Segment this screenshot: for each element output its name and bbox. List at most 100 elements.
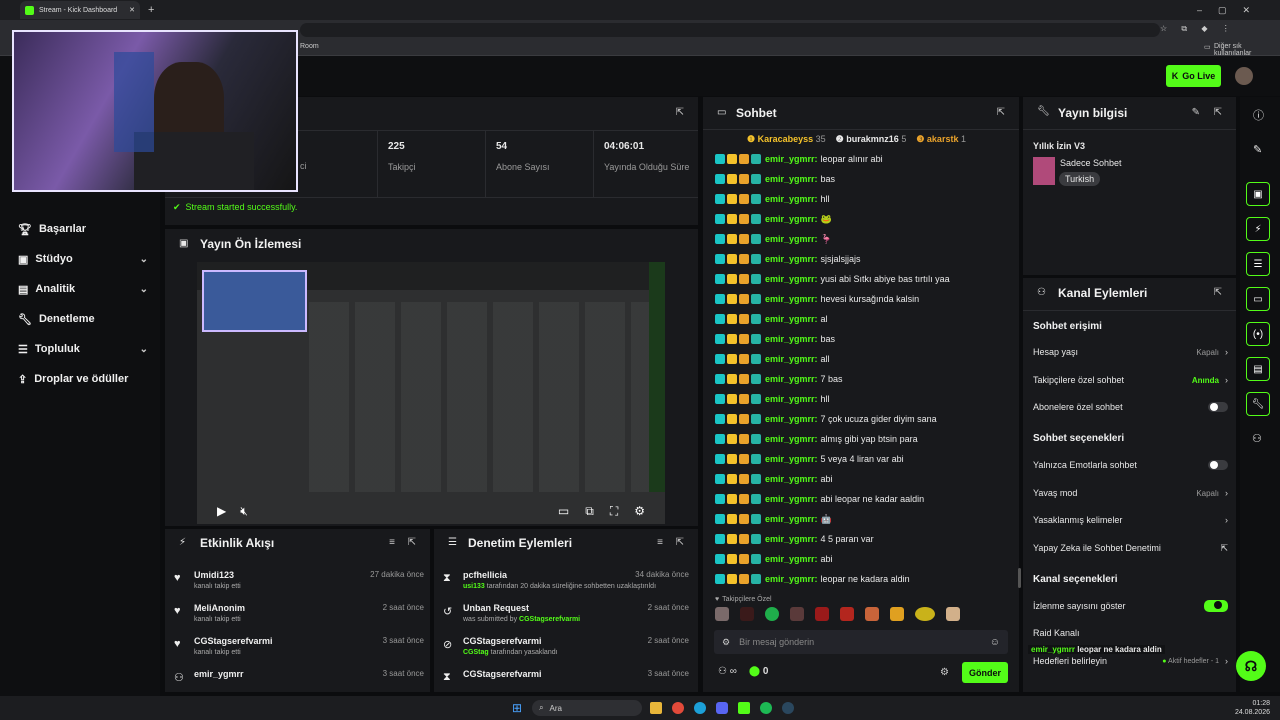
rail-wrench-icon[interactable]: 🔧︎ (1246, 392, 1270, 416)
banned-words-setting[interactable]: Yasaklanmış kelimeler › (1033, 512, 1228, 528)
edge-icon[interactable] (694, 702, 707, 714)
popout-icon[interactable]: ⇱ (408, 537, 416, 548)
popout-icon[interactable]: ⇱ (676, 107, 684, 118)
chat-username[interactable]: emir_ygmrr: (765, 514, 818, 524)
rail-bolt-icon[interactable]: ⚡︎ (1246, 217, 1270, 241)
chat-settings-icon[interactable]: ⚙ (722, 637, 730, 648)
top-supporter[interactable]: ❸ akarstk 1 (916, 134, 966, 145)
emote-icon[interactable] (915, 607, 935, 621)
popout-icon[interactable]: ⇱ (676, 537, 684, 548)
account-age-setting[interactable]: Hesap yaşı Kapalı › (1033, 344, 1228, 360)
mod-actor[interactable]: usi133 (463, 583, 485, 590)
emote-icon[interactable] (790, 607, 804, 621)
mute-icon[interactable]: 🔇︎ (240, 504, 248, 519)
feed-user[interactable]: emir_ygmrr (194, 669, 244, 679)
chat-username[interactable]: emir_ygmrr: (765, 214, 818, 224)
discord-icon[interactable] (716, 702, 729, 714)
steam-icon[interactable] (782, 702, 795, 714)
settings-gear-icon[interactable]: ⚙ (634, 504, 645, 518)
chat-username[interactable]: emir_ygmrr: (765, 474, 818, 484)
stream-category[interactable]: Sadece Sohbet (1060, 158, 1122, 168)
users-icon[interactable]: ⚇ ∞ (718, 666, 737, 677)
info-icon[interactable]: ⓘ (1253, 107, 1264, 123)
emote-icon[interactable] (840, 607, 854, 621)
emote-icon[interactable] (765, 607, 779, 621)
kick-icon[interactable] (738, 702, 751, 714)
chat-username[interactable]: emir_ygmrr: (765, 294, 818, 304)
emoji-icon[interactable]: ☺ (990, 637, 1000, 648)
window-controls[interactable]: –▢✕ (1197, 5, 1266, 16)
emote-icon[interactable] (946, 607, 960, 621)
subs-chat-toggle[interactable] (1208, 402, 1228, 412)
stream-tag[interactable]: Turkish (1059, 172, 1101, 186)
followers-chat-setting[interactable]: Takipçilere özel sohbet Anında › (1033, 372, 1228, 388)
popout-icon[interactable]: ⇱ (1214, 287, 1222, 298)
sidebar-item-studio[interactable]: ▣ Stüdyo ⌄ (18, 250, 148, 268)
mod-user[interactable]: Unban Request (463, 603, 529, 613)
feed-user[interactable]: Umidi123 (194, 570, 234, 580)
filter-icon[interactable]: ≡ (389, 537, 395, 548)
feed-user[interactable]: MeliAnonim (194, 603, 245, 613)
mod-actor[interactable]: CGStagserefvarmi (519, 616, 580, 623)
rail-list-icon[interactable]: ☰ (1246, 252, 1270, 276)
sidebar-item-drops[interactable]: ⇪ Droplar ve ödüller (18, 370, 148, 388)
chat-username[interactable]: emir_ygmrr: (765, 394, 818, 404)
sidebar-item-achievements[interactable]: 🏆︎ Başarılar (18, 220, 148, 238)
chat-username[interactable]: emir_ygmrr: (765, 534, 818, 544)
rail-stats-icon[interactable]: ▣ (1246, 182, 1270, 206)
mod-user[interactable]: CGStagserefvarmi (463, 669, 542, 679)
bookmark-item[interactable]: Room (300, 43, 319, 50)
stream-preview-video[interactable]: ▶ 🔇︎ ▭ ⧉ ⛶ ⚙ (197, 262, 665, 524)
chat-username[interactable]: emir_ygmrr: (765, 274, 818, 284)
chat-username[interactable]: emir_ygmrr: (765, 154, 818, 164)
ai-moderation-setting[interactable]: Yapay Zeka ile Sohbet Denetimi ⇱ (1033, 540, 1228, 556)
extensions-icons[interactable]: ☆ ⧉ ◆ ⋮ (1160, 24, 1236, 34)
chrome-icon[interactable] (672, 702, 685, 714)
chat-username[interactable]: emir_ygmrr: (765, 414, 818, 424)
feed-user[interactable]: CGStagserefvarmi (194, 636, 273, 646)
pip-icon[interactable]: ⧉ (585, 504, 594, 519)
send-button[interactable]: Gönder (962, 662, 1008, 683)
sidebar-item-analytics[interactable]: ▤ Analitik ⌄ (18, 280, 148, 298)
file-explorer-icon[interactable] (650, 702, 663, 714)
gear-icon[interactable]: ⚙ (940, 667, 949, 678)
rail-panel-icon[interactable]: ▤ (1246, 357, 1270, 381)
raid-channel-setting[interactable]: Raid Kanalı (1033, 625, 1228, 641)
fullscreen-icon[interactable]: ⛶ (610, 504, 618, 519)
chat-username[interactable]: emir_ygmrr: (765, 494, 818, 504)
chat-username[interactable]: emir_ygmrr: (765, 314, 818, 324)
goals-setting[interactable]: Hedefleri belirleyin ● Aktif hedefler - … (1033, 653, 1228, 669)
emote-icon[interactable] (890, 607, 904, 621)
rail-chat-icon[interactable]: ▭ (1246, 287, 1270, 311)
pencil-icon[interactable]: ✎ (1192, 107, 1200, 118)
emote-icon[interactable] (865, 607, 879, 621)
popout-icon[interactable]: ⇱ (997, 107, 1005, 118)
chat-username[interactable]: emir_ygmrr: (765, 454, 818, 464)
chat-username[interactable]: emir_ygmrr: (765, 554, 818, 564)
mod-actor[interactable]: CGStag (463, 649, 489, 656)
chat-username[interactable]: emir_ygmrr: (765, 234, 818, 244)
browser-tab[interactable]: Stream - Kick Dashboard ✕ (20, 1, 140, 19)
chat-username[interactable]: emir_ygmrr: (765, 334, 818, 344)
sidebar-item-moderation[interactable]: 🔧︎ Denetleme (18, 310, 148, 328)
new-tab-icon[interactable]: + (148, 4, 154, 16)
windows-start-icon[interactable]: ⊞ (512, 701, 522, 715)
chat-input[interactable]: ⚙ Bir mesaj gönderin ☺ (714, 630, 1008, 654)
community-icon[interactable]: ⚇ (1252, 432, 1262, 445)
chat-username[interactable]: emir_ygmrr: (765, 354, 818, 364)
play-icon[interactable]: ▶ (217, 504, 226, 518)
chat-scrollbar[interactable] (1018, 568, 1021, 588)
chat-username[interactable]: emir_ygmrr: (765, 174, 818, 184)
emote-icon[interactable] (715, 607, 729, 621)
chat-username[interactable]: emir_ygmrr: (765, 254, 818, 264)
go-live-button[interactable]: K Go Live (1166, 65, 1221, 87)
mod-user[interactable]: CGStagserefvarmi (463, 636, 542, 646)
top-supporter[interactable]: ❷ burakmnz16 5 (836, 134, 907, 145)
avatar[interactable] (1235, 67, 1253, 85)
rail-broadcast-icon[interactable]: (•) (1246, 322, 1270, 346)
other-bookmarks[interactable]: Diğer sık kullanılanlar (1214, 43, 1280, 57)
popout-icon[interactable]: ⇱ (1214, 107, 1222, 118)
emote-icon[interactable] (740, 607, 754, 621)
show-viewers-toggle[interactable] (1204, 600, 1228, 612)
chat-username[interactable]: emir_ygmrr: (765, 194, 818, 204)
